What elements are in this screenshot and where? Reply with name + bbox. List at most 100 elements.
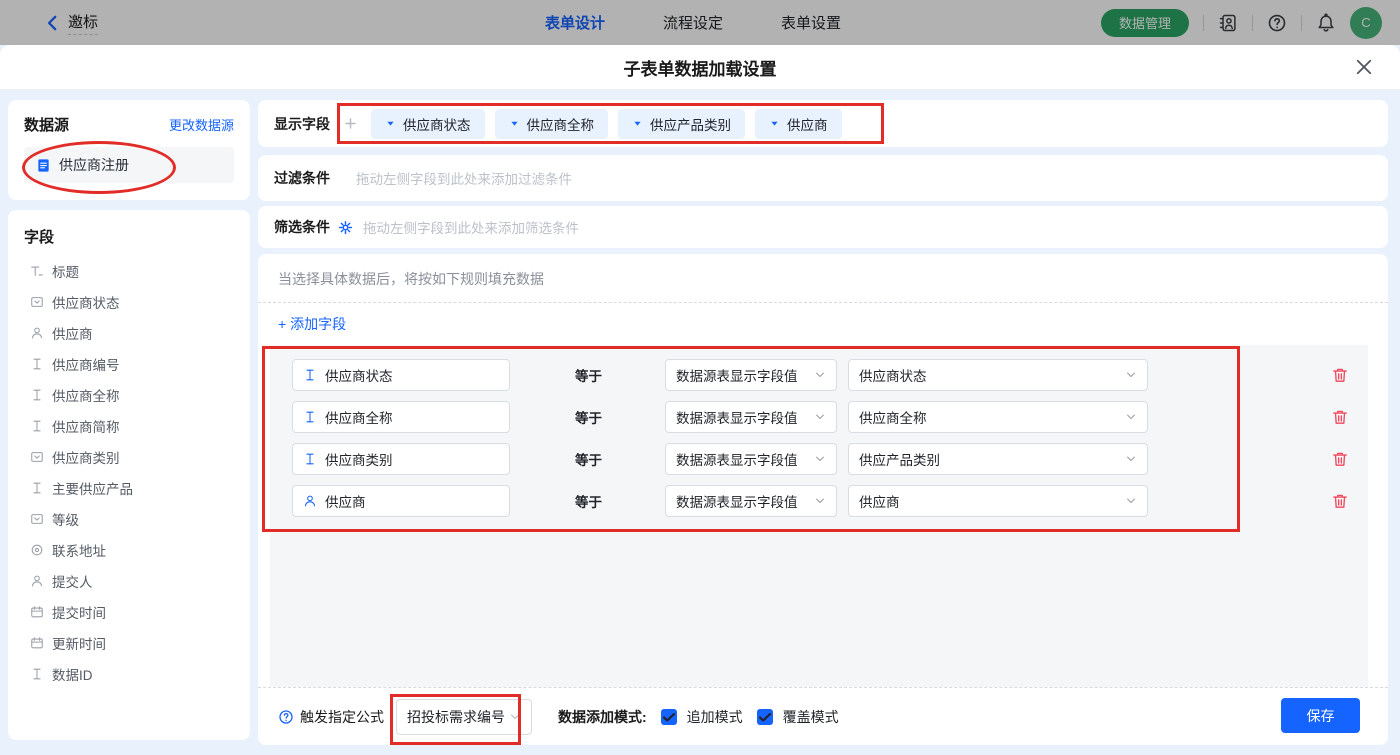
rules-footer: 触发指定公式 招投标需求编号 数据添加模式: 追加模式 覆盖模式 保存 bbox=[258, 687, 1388, 745]
field-item-supplier-no[interactable]: 供应商编号 bbox=[24, 348, 234, 379]
rule-source-select[interactable]: 数据源表显示字段值 bbox=[665, 359, 837, 391]
add-field-link[interactable]: + 添加字段 bbox=[278, 314, 346, 334]
formula-label: 触发指定公式 bbox=[300, 708, 384, 725]
rule-field-box[interactable]: 供应商 bbox=[292, 485, 510, 517]
screen-placeholder: 拖动左侧字段到此处来添加筛选条件 bbox=[363, 221, 579, 236]
select-icon bbox=[30, 450, 44, 464]
formula-select[interactable]: 招投标需求编号 bbox=[396, 698, 532, 735]
location-icon bbox=[30, 543, 44, 557]
text-icon bbox=[30, 357, 44, 371]
modal-header: 子表单数据加载设置 bbox=[0, 45, 1400, 90]
field-item-main-products[interactable]: 主要供应产品 bbox=[24, 472, 234, 503]
datasource-item[interactable]: 供应商注册 bbox=[24, 147, 234, 183]
rule-row: 供应商状态 等于 数据源表显示字段值 供应商状态 bbox=[270, 359, 1368, 391]
screen-label: 筛选条件 bbox=[274, 219, 330, 235]
operator-label: 等于 bbox=[575, 369, 602, 384]
field-item-title[interactable]: 标题 bbox=[24, 255, 234, 286]
field-item-submitter[interactable]: 提交人 bbox=[24, 565, 234, 596]
datasource-name: 供应商注册 bbox=[59, 157, 129, 173]
change-datasource-link[interactable]: 更改数据源 bbox=[169, 115, 234, 134]
rule-source-select[interactable]: 数据源表显示字段值 bbox=[665, 443, 837, 475]
display-tag-supplier[interactable]: 供应商 bbox=[755, 108, 842, 139]
display-fields-row: 显示字段 供应商状态 供应商全称 供应产品类别 供应商 bbox=[258, 100, 1388, 147]
chevron-left-icon bbox=[44, 14, 62, 32]
caret-down-icon bbox=[509, 118, 520, 129]
trash-icon[interactable] bbox=[1331, 408, 1349, 426]
modal-title: 子表单数据加载设置 bbox=[623, 59, 777, 79]
field-item-supplier-status[interactable]: 供应商状态 bbox=[24, 286, 234, 317]
close-icon[interactable] bbox=[1354, 57, 1374, 77]
field-item-supplier-fullname[interactable]: 供应商全称 bbox=[24, 379, 234, 410]
bell-icon[interactable] bbox=[1316, 13, 1336, 33]
tab-form-design[interactable]: 表单设计 bbox=[545, 12, 605, 33]
trash-icon[interactable] bbox=[1331, 450, 1349, 468]
operator-label: 等于 bbox=[575, 495, 602, 510]
topbar-right: 数据管理 C bbox=[1100, 0, 1382, 45]
overwrite-mode-checkbox[interactable]: 覆盖模式 bbox=[756, 707, 839, 727]
field-item-supplier[interactable]: 供应商 bbox=[24, 317, 234, 348]
tab-form-settings[interactable]: 表单设置 bbox=[781, 12, 841, 33]
rule-field-box[interactable]: 供应商状态 bbox=[292, 359, 510, 391]
chevron-down-icon bbox=[1125, 495, 1137, 507]
chevron-down-icon bbox=[814, 411, 826, 423]
append-mode-checkbox[interactable]: 追加模式 bbox=[660, 707, 743, 727]
avatar[interactable]: C bbox=[1350, 6, 1382, 39]
tab-flow-settings[interactable]: 流程设定 bbox=[663, 12, 723, 33]
person-icon bbox=[303, 494, 317, 508]
rule-value-select[interactable]: 供应产品类别 bbox=[848, 443, 1148, 475]
rule-row: 供应商 等于 数据源表显示字段值 供应商 bbox=[270, 485, 1368, 517]
contact-book-icon[interactable] bbox=[1218, 13, 1238, 33]
rule-value-select[interactable]: 供应商 bbox=[848, 485, 1148, 517]
back-button[interactable]: 邀标 bbox=[44, 11, 99, 35]
field-item-supplier-category[interactable]: 供应商类别 bbox=[24, 441, 234, 472]
trash-icon[interactable] bbox=[1331, 492, 1349, 510]
help-icon[interactable] bbox=[278, 709, 294, 725]
filter-placeholder: 拖动左侧字段到此处来添加过滤条件 bbox=[356, 172, 572, 187]
checkbox-checked-icon bbox=[660, 708, 677, 725]
rule-field-box[interactable]: 供应商全称 bbox=[292, 401, 510, 433]
data-manage-button[interactable]: 数据管理 bbox=[1100, 8, 1189, 37]
operator-label: 等于 bbox=[575, 453, 602, 468]
filter-condition-row[interactable]: 过滤条件 拖动左侧字段到此处来添加过滤条件 bbox=[258, 155, 1388, 201]
chevron-down-icon bbox=[814, 453, 826, 465]
person-icon bbox=[30, 574, 44, 588]
document-icon bbox=[36, 158, 51, 173]
rule-source-select[interactable]: 数据源表显示字段值 bbox=[665, 485, 837, 517]
screen-condition-row[interactable]: 筛选条件 拖动左侧字段到此处来添加筛选条件 bbox=[258, 206, 1388, 248]
trash-icon[interactable] bbox=[1331, 366, 1349, 384]
rule-source-select[interactable]: 数据源表显示字段值 bbox=[665, 401, 837, 433]
rule-field-box[interactable]: 供应商类别 bbox=[292, 443, 510, 475]
rule-value-select[interactable]: 供应商状态 bbox=[848, 359, 1148, 391]
text-icon bbox=[303, 452, 317, 466]
text-icon bbox=[303, 368, 317, 382]
data-add-mode-label: 数据添加模式: bbox=[558, 708, 647, 725]
help-icon[interactable] bbox=[1267, 13, 1287, 33]
topbar-tabs: 表单设计 流程设定 表单设置 bbox=[545, 0, 841, 45]
filter-label: 过滤条件 bbox=[274, 170, 330, 186]
chevron-down-icon bbox=[1125, 411, 1137, 423]
form-name: 邀标 bbox=[68, 11, 99, 35]
field-item-data-id[interactable]: 数据ID bbox=[24, 658, 234, 689]
field-item-submit-time[interactable]: 提交时间 bbox=[24, 596, 234, 627]
title-icon bbox=[30, 264, 44, 278]
save-button[interactable]: 保存 bbox=[1281, 698, 1360, 733]
calendar-icon bbox=[30, 605, 44, 619]
rule-row: 供应商全称 等于 数据源表显示字段值 供应商全称 bbox=[270, 401, 1368, 433]
select-icon bbox=[30, 295, 44, 309]
rules-header: 当选择具体数据后，将按如下规则填充数据 bbox=[258, 254, 1388, 303]
text-icon bbox=[30, 481, 44, 495]
field-item-update-time[interactable]: 更新时间 bbox=[24, 627, 234, 658]
field-item-contact-address[interactable]: 联系地址 bbox=[24, 534, 234, 565]
display-tag-product-category[interactable]: 供应产品类别 bbox=[618, 108, 745, 139]
gear-icon[interactable] bbox=[338, 220, 353, 235]
person-icon bbox=[30, 326, 44, 340]
display-tag-supplier-fullname[interactable]: 供应商全称 bbox=[494, 108, 608, 139]
caret-down-icon bbox=[385, 118, 396, 129]
rule-value-select[interactable]: 供应商全称 bbox=[848, 401, 1148, 433]
display-tag-supplier-status[interactable]: 供应商状态 bbox=[371, 108, 485, 139]
add-display-field-icon[interactable] bbox=[344, 117, 357, 130]
chevron-down-icon bbox=[509, 711, 521, 723]
field-item-supplier-shortname[interactable]: 供应商简称 bbox=[24, 410, 234, 441]
field-item-grade[interactable]: 等级 bbox=[24, 503, 234, 534]
chevron-down-icon bbox=[1125, 369, 1137, 381]
